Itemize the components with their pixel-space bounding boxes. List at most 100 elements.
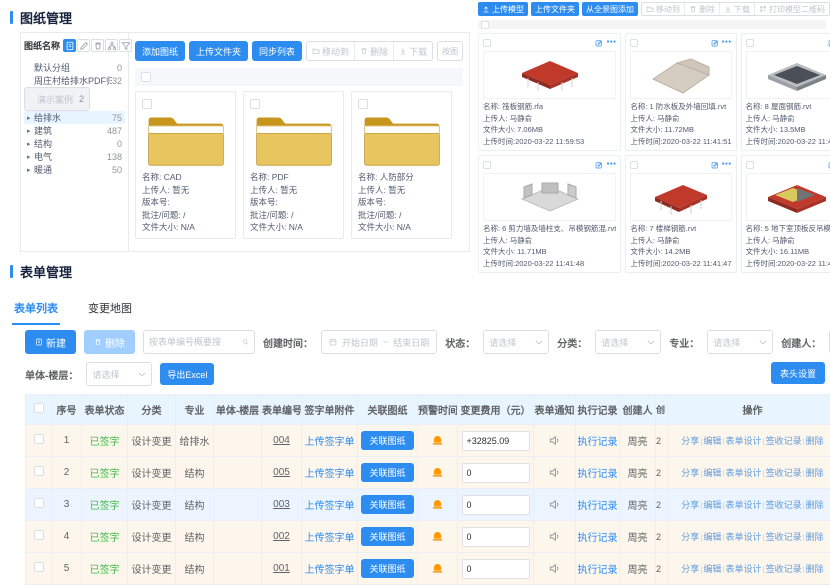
header-settings-button[interactable]: 表头设置 (771, 362, 825, 384)
edit-model-icon[interactable] (595, 39, 603, 47)
model-checkbox[interactable] (630, 161, 638, 169)
unit-floor-select[interactable]: 请选择 (86, 362, 152, 386)
add-from-panorama-button[interactable]: 从全景图添加 (582, 2, 638, 16)
link-drawing-button[interactable]: 关联图纸 (361, 495, 413, 514)
major-select[interactable]: 请选择 (707, 330, 773, 354)
select-all-checkbox[interactable] (141, 72, 151, 82)
model-thumbnail[interactable] (483, 173, 616, 221)
alarm-icon[interactable] (431, 562, 444, 575)
tree-item-plumbing[interactable]: ▸给排水75 (24, 111, 125, 124)
folder-checkbox[interactable] (358, 99, 368, 109)
edit-link[interactable]: 编辑 (703, 564, 721, 574)
new-form-button[interactable]: 新建 (25, 330, 76, 354)
row-checkbox[interactable] (34, 562, 44, 572)
table-row[interactable]: 1 已签字 设计变更 给排水 004 上传签字单 关联图纸 执行记录 周亮 2 … (26, 425, 830, 457)
download-button[interactable]: 下载 (719, 3, 754, 15)
upload-sign-link[interactable]: 上传签字单 (302, 457, 358, 489)
status-select[interactable]: 请选择 (483, 330, 549, 354)
link-drawing-button[interactable]: 关联图纸 (361, 463, 413, 482)
form-code-link[interactable]: 002 (262, 521, 302, 553)
expand-arrow-icon[interactable]: ▸ (27, 140, 34, 148)
link-drawing-button[interactable]: 关联图纸 (361, 431, 413, 450)
tree-item-architecture[interactable]: ▸建筑487 (24, 124, 125, 137)
upload-sign-link[interactable]: 上传签字单 (302, 521, 358, 553)
exec-record-link[interactable]: 执行记录 (576, 457, 620, 489)
upload-sign-link[interactable]: 上传签字单 (302, 489, 358, 521)
table-row-selected[interactable]: 3 已签字 设计变更 结构 003 上传签字单 关联图纸 执行记录 周亮 2 分… (26, 489, 830, 521)
row-checkbox[interactable] (34, 498, 44, 508)
folder-card-pdf[interactable]: 名称: PDF 上传人: 暂无 版本号: 批注/问题: / 文件大小: N/A (243, 91, 344, 239)
model-card[interactable]: ⋯ 轻量化中 名称: 8 屋面钢筋.rvt 上传人: 马静俞 文件大小: 13.… (741, 33, 830, 151)
folder-checkbox[interactable] (250, 99, 260, 109)
upload-sign-link[interactable]: 上传签字单 (302, 425, 358, 457)
form-search-input[interactable] (149, 337, 239, 347)
edit-link[interactable]: 编辑 (703, 468, 721, 478)
edit-model-icon[interactable] (711, 161, 719, 169)
form-design-link[interactable]: 表单设计 (725, 564, 761, 574)
expand-arrow-icon[interactable]: ▸ (27, 153, 34, 161)
more-icon[interactable]: ⋯ (722, 40, 732, 46)
speaker-icon[interactable] (548, 466, 561, 479)
sign-record-link[interactable]: 签收记录 (766, 436, 802, 446)
form-design-link[interactable]: 表单设计 (725, 532, 761, 542)
speaker-icon[interactable] (548, 530, 561, 543)
sign-record-link[interactable]: 签收记录 (766, 564, 802, 574)
folder-checkbox[interactable] (142, 99, 152, 109)
share-link[interactable]: 分享 (681, 468, 699, 478)
share-link[interactable]: 分享 (681, 500, 699, 510)
edit-link[interactable]: 编辑 (703, 500, 721, 510)
date-range-picker[interactable]: 开始日期 ~ 结束日期 (321, 330, 437, 354)
tree-item-hvac[interactable]: ▸暖通50 (24, 163, 125, 176)
tree-item-default-group[interactable]: 默认分组0 (24, 61, 125, 74)
share-link[interactable]: 分享 (681, 564, 699, 574)
select-all-checkbox[interactable] (34, 403, 44, 413)
fee-input[interactable] (462, 495, 530, 515)
speaker-icon[interactable] (548, 498, 561, 511)
folder-card-cad[interactable]: 名称: CAD 上传人: 暂无 版本号: 批注/问题: / 文件大小: N/A (135, 91, 236, 239)
move-to-button[interactable]: 移动到 (307, 42, 354, 60)
fee-input[interactable] (462, 431, 530, 451)
sign-record-link[interactable]: 签收记录 (766, 532, 802, 542)
exec-record-link[interactable]: 执行记录 (576, 425, 620, 457)
share-link[interactable]: 分享 (681, 436, 699, 446)
category-select[interactable]: 请选择 (595, 330, 661, 354)
upload-sign-link[interactable]: 上传签字单 (302, 553, 358, 585)
model-checkbox[interactable] (630, 39, 638, 47)
edit-group-button[interactable] (77, 39, 90, 52)
sync-list-button[interactable]: 同步列表 (252, 41, 302, 61)
sign-record-link[interactable]: 签收记录 (766, 500, 802, 510)
delete-link[interactable]: 删除 (806, 468, 824, 478)
model-thumbnail[interactable] (746, 173, 830, 221)
model-card[interactable]: ⋯ 名称: 筏板钢筋.rfa 上传人: 马静俞 文件大小: 7.06MB 上传时… (478, 33, 621, 151)
export-excel-button[interactable]: 导出Excel (160, 363, 214, 385)
delete-button[interactable]: 删除 (354, 42, 393, 60)
more-icon[interactable]: ⋯ (606, 40, 616, 46)
row-checkbox[interactable] (34, 434, 44, 444)
model-checkbox[interactable] (483, 39, 491, 47)
fee-input[interactable] (462, 527, 530, 547)
edit-model-icon[interactable] (711, 39, 719, 47)
alarm-icon[interactable] (431, 434, 444, 447)
sign-record-link[interactable]: 签收记录 (766, 468, 802, 478)
table-row[interactable]: 4 已签字 设计变更 结构 002 上传签字单 关联图纸 执行记录 周亮 2 分… (26, 521, 830, 553)
tab-form-list[interactable]: 表单列表 (12, 296, 60, 325)
drawing-search-input[interactable] (442, 47, 458, 56)
delete-button[interactable]: 删除 (684, 3, 719, 15)
expand-arrow-icon[interactable]: ▸ (27, 127, 34, 135)
share-link[interactable]: 分享 (681, 532, 699, 542)
tree-item-electrical[interactable]: ▸电气138 (24, 150, 125, 163)
new-group-button[interactable] (63, 39, 76, 52)
model-card[interactable]: ⋯ 名称: 5 地下室顶板反吊模具.rvt 上传人: 马静俞 文件大小: 16.… (741, 155, 830, 273)
alarm-icon[interactable] (431, 530, 444, 543)
row-checkbox[interactable] (34, 530, 44, 540)
folder-card-renfang[interactable]: 名称: 人防部分 上传人: 暂无 版本号: 批注/问题: / 文件大小: N/A (351, 91, 452, 239)
download-button[interactable]: 下载 (393, 42, 432, 60)
speaker-icon[interactable] (548, 562, 561, 575)
link-drawing-button[interactable]: 关联图纸 (361, 527, 413, 546)
more-icon[interactable]: ⋯ (722, 162, 732, 168)
delete-link[interactable]: 删除 (806, 564, 824, 574)
move-to-button[interactable]: 移动到 (642, 3, 684, 15)
table-row[interactable]: 5 已签字 设计变更 结构 001 上传签字单 关联图纸 执行记录 周亮 2 分… (26, 553, 830, 585)
delete-link[interactable]: 删除 (806, 500, 824, 510)
form-design-link[interactable]: 表单设计 (725, 468, 761, 478)
